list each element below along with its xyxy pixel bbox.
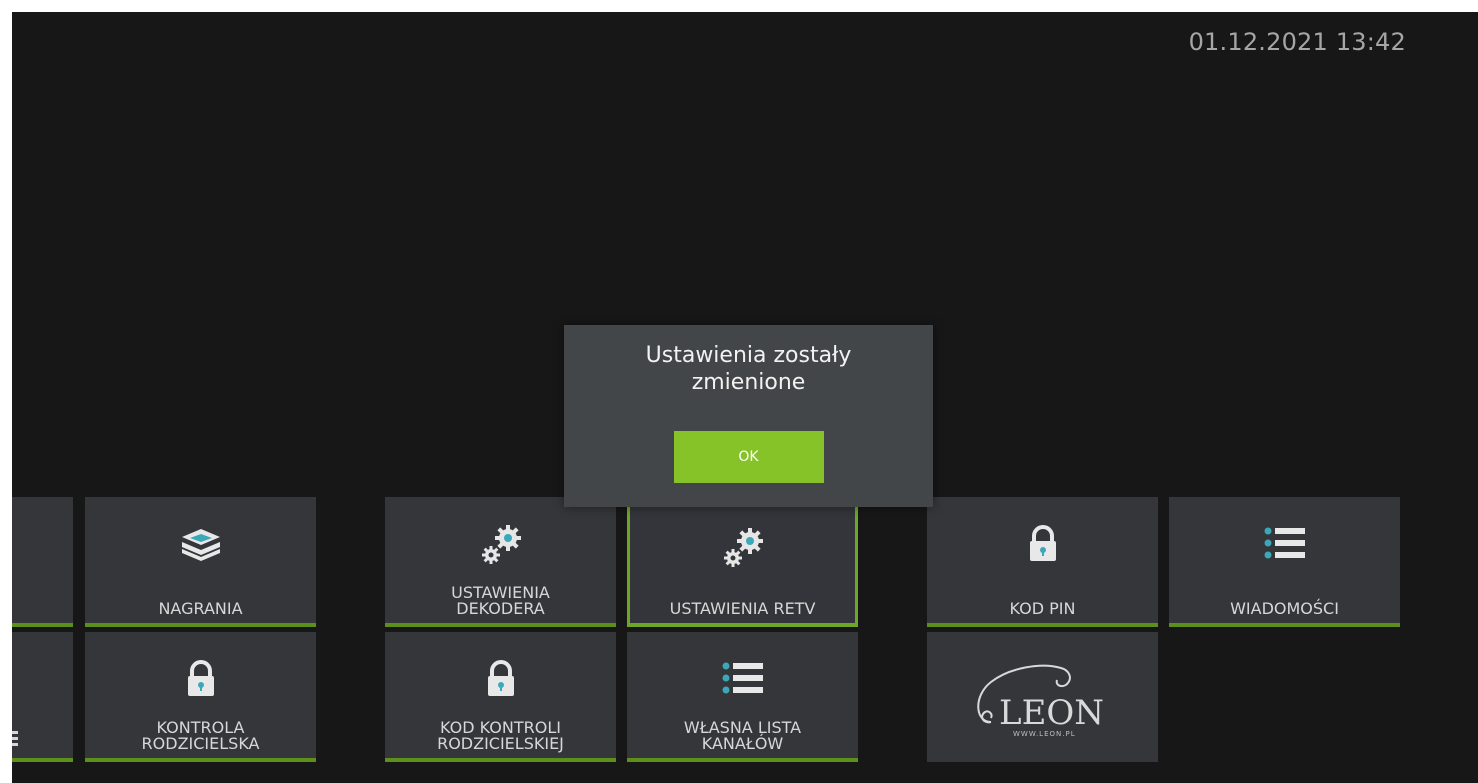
tile-nagrania[interactable]: NAGRANIA [85, 497, 316, 627]
tile-label: WIADOMOŚCI [1230, 599, 1339, 618]
tile-label: KONTROLA RODZICIELSKA [141, 718, 260, 753]
list-icon [722, 662, 763, 694]
confirmation-dialog: Ustawienia zostały zmienione OK [564, 325, 933, 507]
gears-icon [723, 528, 763, 567]
tile-kod-pin[interactable]: KOD PIN [927, 497, 1158, 627]
tile-label: NAGRANIA [158, 599, 243, 618]
list-icon [1264, 527, 1305, 559]
tile-ustawienia-dekodera[interactable]: USTAWIENIA DEKODERA [385, 497, 616, 627]
padlock-icon [487, 660, 514, 696]
tile-label: USTAWIENIA DEKODERA [451, 583, 550, 618]
padlock-icon [187, 660, 214, 696]
svg-text:LEON: LEON [999, 693, 1104, 733]
tile-label: WŁASNA LISTA KANAŁÓW [683, 718, 802, 753]
tile-label: KOD KONTROLI RODZICIELSKIEJ [437, 718, 564, 753]
box-icon [181, 529, 220, 561]
tile-wiadomosci[interactable]: WIADOMOŚCI [1169, 497, 1400, 627]
tile-label: USTAWIENIA RETV [669, 599, 816, 618]
dialog-message: Ustawienia zostały zmienione [645, 343, 852, 395]
leon-logo: LEON WWW.LEON.PL [976, 664, 1104, 738]
svg-text:WWW.LEON.PL: WWW.LEON.PL [1013, 730, 1076, 738]
tile-label: KOD PIN [1009, 599, 1076, 618]
tile-kod-kontroli-rodzicielskiej[interactable]: KOD KONTROLI RODZICIELSKIEJ [385, 632, 616, 762]
tv-screen: 01.12.2021 13:42 NAGRANIA USTAWIENIA DEK… [12, 12, 1478, 783]
tile-partial-left-row1[interactable] [12, 497, 73, 627]
gears-icon [481, 525, 521, 564]
tile-ustawienia-retv[interactable]: USTAWIENIA RETV [627, 497, 858, 627]
tile-leon-logo[interactable]: LEON WWW.LEON.PL [927, 632, 1158, 762]
tile-kontrola-rodzicielska[interactable]: KONTROLA RODZICIELSKA [85, 632, 316, 762]
list-icon [12, 731, 18, 746]
ok-button[interactable]: OK [673, 431, 824, 483]
tile-wlasna-lista-kanalow[interactable]: WŁASNA LISTA KANAŁÓW [627, 632, 858, 762]
datetime: 01.12.2021 13:42 [1188, 28, 1406, 56]
padlock-icon [1029, 525, 1056, 561]
tile-partial-left-row2[interactable] [12, 632, 73, 762]
